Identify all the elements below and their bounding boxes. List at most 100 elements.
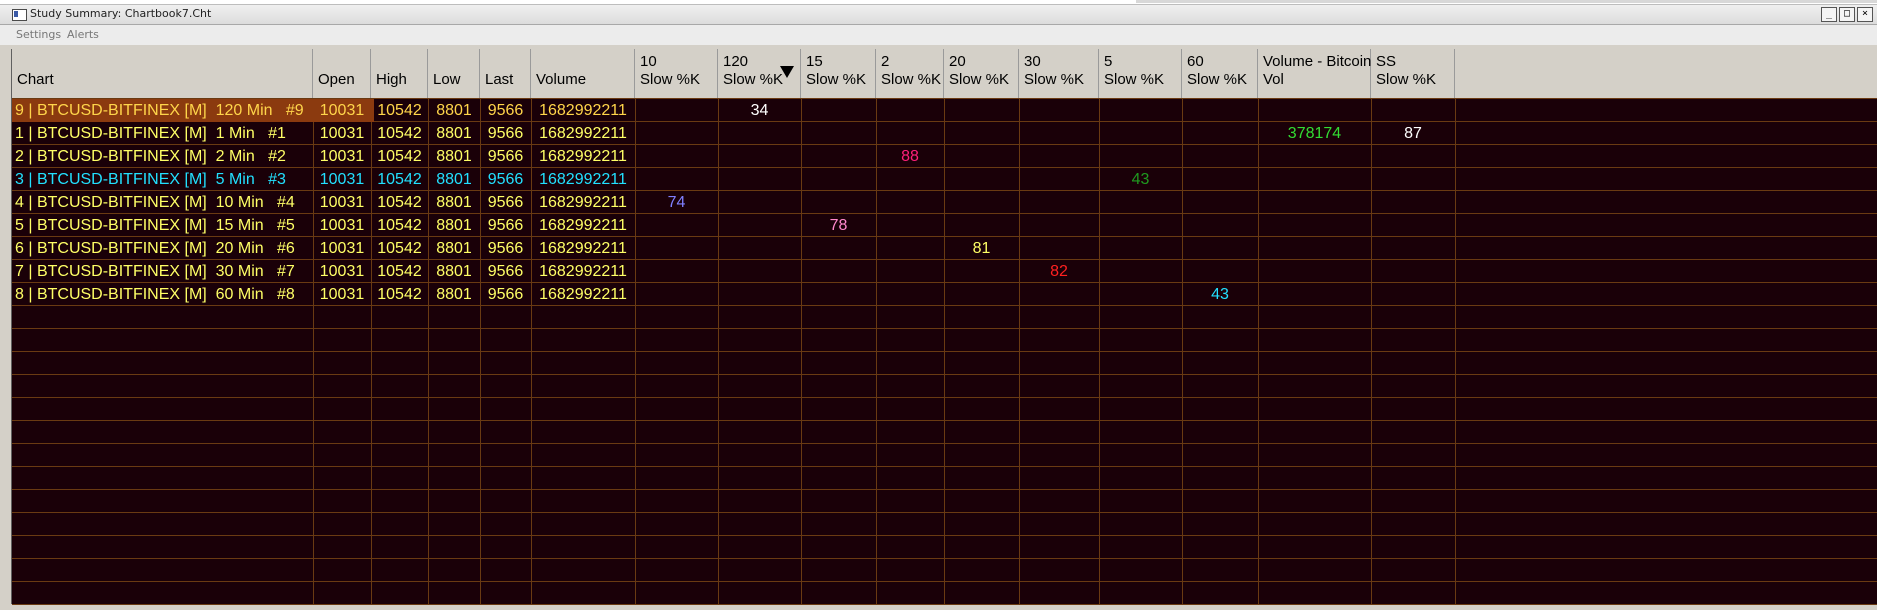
- table-row[interactable]: 6 | BTCUSD-BITFINEX [M] 20 Min #6 10031 10…: [12, 237, 1877, 260]
- column-header-chart[interactable]: Chart: [12, 49, 313, 98]
- cell-open: 10031: [319, 217, 365, 234]
- table-row[interactable]: 3 | BTCUSD-BITFINEX [M] 5 Min #3 10031 105…: [12, 168, 1877, 191]
- column-header-volume[interactable]: Volume: [531, 49, 635, 98]
- column-header-line2: Slow %K: [1104, 71, 1165, 88]
- column-header-line2: Vol: [1263, 71, 1284, 88]
- cell-s2: 88: [901, 148, 919, 165]
- column-header-s20[interactable]: 20 Slow %K: [944, 49, 1019, 98]
- column-header-vol[interactable]: Volume - Bitcoin Vol: [1258, 49, 1371, 98]
- column-header-line1: Volume - Bitcoin: [1263, 53, 1372, 70]
- cell-chart: 8 | BTCUSD-BITFINEX [M] 60 Min #8: [15, 286, 295, 303]
- column-header-high[interactable]: High: [371, 49, 428, 98]
- column-header-line1: 2: [881, 53, 890, 70]
- minimize-button[interactable]: _: [1821, 7, 1837, 22]
- column-header-line1: 10: [640, 53, 657, 70]
- column-header-low[interactable]: Low: [428, 49, 480, 98]
- cell-high: 10542: [377, 171, 422, 188]
- cell-volume: 1682992211: [539, 286, 627, 303]
- cell-s15: 78: [829, 217, 848, 234]
- row-divider: [12, 328, 1877, 329]
- study-summary-grid[interactable]: Chart Open High Low Last Volume 10 Slow %K 120 Sl…: [11, 49, 1877, 605]
- column-header-line2: Slow %K: [1187, 71, 1248, 88]
- column-header-line1: 5: [1104, 53, 1113, 70]
- column-header-open[interactable]: Open: [313, 49, 371, 98]
- cell-last: 9566: [487, 240, 524, 257]
- menu-alerts[interactable]: Alerts: [67, 28, 99, 41]
- column-header-line1: 20: [949, 53, 966, 70]
- window-title: Study Summary: Chartbook7.Cht: [30, 7, 212, 20]
- cell-open: 10031: [319, 286, 365, 303]
- cell-chart: 7 | BTCUSD-BITFINEX [M] 30 Min #7: [15, 263, 295, 280]
- cell-last: 9566: [487, 148, 524, 165]
- cell-open: 10031: [319, 263, 365, 280]
- column-header-s60[interactable]: 60 Slow %K: [1182, 49, 1258, 98]
- column-header-s2[interactable]: 2 Slow %K: [876, 49, 944, 98]
- column-header-ss[interactable]: SS Slow %K: [1371, 49, 1455, 98]
- column-header-last[interactable]: Last: [480, 49, 531, 98]
- cell-s20: 81: [972, 240, 991, 257]
- study-summary-window: Study Summary: Chartbook7.Cht _ □ × Sett…: [0, 4, 1877, 610]
- cell-open: 10031: [319, 240, 365, 257]
- cell-ss: 87: [1404, 125, 1422, 142]
- row-divider: [12, 466, 1877, 467]
- column-header-s15[interactable]: 15 Slow %K: [801, 49, 876, 98]
- table-row[interactable]: 5 | BTCUSD-BITFINEX [M] 15 Min #5 10031 10…: [12, 214, 1877, 237]
- row-divider: [12, 604, 1877, 605]
- menu-bar: Settings Alerts: [0, 25, 1877, 45]
- cell-last: 9566: [487, 263, 524, 280]
- column-header-s120[interactable]: 120 Slow %K: [718, 49, 801, 98]
- cell-high: 10542: [377, 240, 422, 257]
- cell-volume: 1682992211: [539, 217, 627, 234]
- table-row[interactable]: 2 | BTCUSD-BITFINEX [M] 2 Min #2 10031 105…: [12, 145, 1877, 168]
- column-header-line2: High: [376, 71, 407, 88]
- cell-vol: 378174: [1287, 125, 1342, 142]
- row-divider: [12, 535, 1877, 536]
- close-button[interactable]: ×: [1857, 7, 1873, 22]
- background-window-edge: [1136, 0, 1877, 3]
- screen-top-strip: [0, 0, 1877, 3]
- title-bar[interactable]: Study Summary: Chartbook7.Cht _ □ ×: [0, 5, 1877, 25]
- column-header-s10[interactable]: 10 Slow %K: [635, 49, 718, 98]
- row-divider: [12, 558, 1877, 559]
- cell-volume: 1682992211: [539, 148, 627, 165]
- cell-s120: 34: [750, 102, 769, 119]
- column-header-line1: 15: [806, 53, 823, 70]
- table-row[interactable]: 1 | BTCUSD-BITFINEX [M] 1 Min #1 10031 105…: [12, 122, 1877, 145]
- cell-last: 9566: [487, 102, 524, 119]
- cell-low: 8801: [436, 286, 472, 303]
- cell-s30: 82: [1050, 263, 1068, 280]
- cell-high: 10542: [377, 263, 422, 280]
- column-header-s30[interactable]: 30 Slow %K: [1019, 49, 1099, 98]
- cell-low: 8801: [436, 171, 472, 188]
- row-divider: [12, 420, 1877, 421]
- column-header-line2: Slow %K: [806, 71, 867, 88]
- cell-low: 8801: [436, 148, 472, 165]
- table-row[interactable]: 9 | BTCUSD-BITFINEX [M] 120 Min #9 10031 1…: [12, 99, 1877, 122]
- column-header-line2: Slow %K: [949, 71, 1010, 88]
- cell-s5: 43: [1131, 171, 1150, 188]
- cell-volume: 1682992211: [539, 102, 627, 119]
- row-divider: [12, 374, 1877, 375]
- table-row[interactable]: 4 | BTCUSD-BITFINEX [M] 10 Min #4 10031 10…: [12, 191, 1877, 214]
- cell-high: 10542: [377, 125, 422, 142]
- column-header-line2: Slow %K: [1376, 71, 1437, 88]
- maximize-button[interactable]: □: [1839, 7, 1855, 22]
- table-row[interactable]: 8 | BTCUSD-BITFINEX [M] 60 Min #8 10031 10…: [12, 283, 1877, 306]
- cell-high: 10542: [377, 148, 422, 165]
- column-header-line1: SS: [1376, 53, 1397, 70]
- row-divider: [12, 443, 1877, 444]
- cell-low: 8801: [436, 125, 472, 142]
- cell-volume: 1682992211: [539, 194, 627, 211]
- cell-high: 10542: [377, 102, 422, 119]
- table-row[interactable]: 7 | BTCUSD-BITFINEX [M] 30 Min #7 10031 10…: [12, 260, 1877, 283]
- cell-s10: 74: [667, 194, 686, 211]
- column-header-line2: Last: [485, 71, 514, 88]
- column-header-row: Chart Open High Low Last Volume 10 Slow %K 120 Sl…: [12, 49, 1877, 99]
- column-header-line2: Slow %K: [1024, 71, 1085, 88]
- cell-open: 10031: [319, 102, 365, 119]
- cell-low: 8801: [436, 102, 472, 119]
- column-header-s5[interactable]: 5 Slow %K: [1099, 49, 1182, 98]
- menu-settings[interactable]: Settings: [16, 28, 61, 41]
- sort-descending-icon[interactable]: [780, 66, 794, 78]
- cell-open: 10031: [319, 125, 365, 142]
